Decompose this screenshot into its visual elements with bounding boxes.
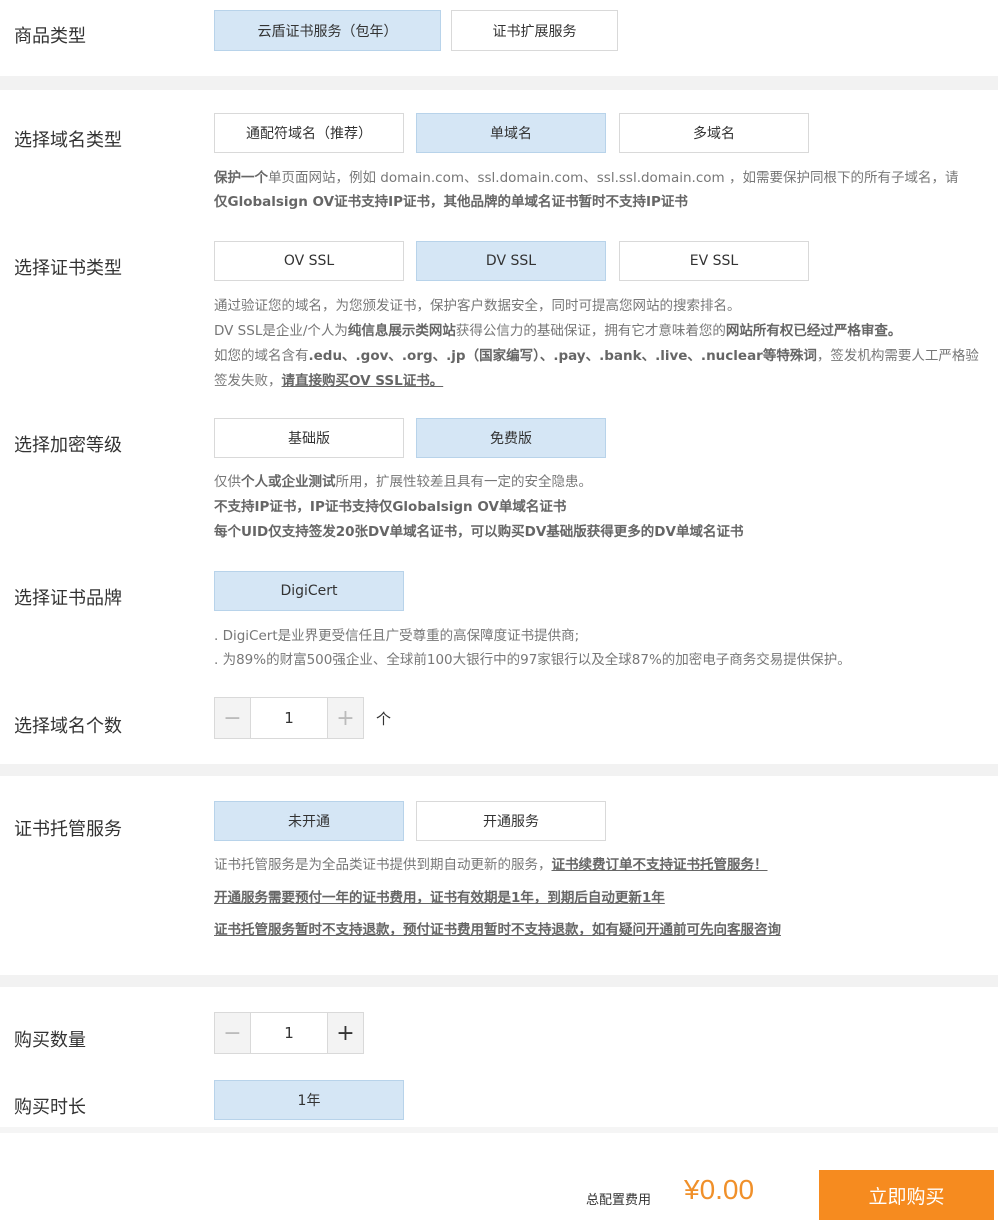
option-not-enabled[interactable]: 未开通 <box>214 801 404 841</box>
buy-ov-ssl-link[interactable]: 请直接购买OV SSL证书。 <box>282 373 444 389</box>
cert-type-desc-2: DV SSL是企业/个人为纯信息展示类网站获得公信力的基础保证，拥有它才意味着您… <box>214 323 902 339</box>
option-single-domain[interactable]: 单域名 <box>416 113 606 153</box>
quantity-label: 购买数量 <box>14 1030 86 1051</box>
domain-type-desc-2: 仅Globalsign OV证书支持IP证书，其他品牌的单域名证书暂时不支持IP… <box>214 194 688 210</box>
section-divider <box>0 975 998 987</box>
section-divider <box>0 764 998 776</box>
total-price: ¥0.00 <box>684 1174 755 1205</box>
buy-now-button[interactable]: 立即购买 <box>819 1170 994 1220</box>
encryption-desc-2: 不支持IP证书，IP证书支持仅Globalsign OV单域名证书 <box>214 499 567 515</box>
encryption-desc-3: 每个UID仅支持签发20张DV单域名证书，可以购买DV基础版获得更多的DV单域名… <box>214 524 744 540</box>
cert-type-desc-1: 通过验证您的域名，为您颁发证书，保护客户数据安全，同时可提高您网站的搜索排名。 <box>214 298 741 314</box>
option-cloud-cert-service[interactable]: 云盾证书服务（包年） <box>214 10 441 51</box>
encryption-label: 选择加密等级 <box>14 435 122 456</box>
brand-label: 选择证书品牌 <box>14 588 122 609</box>
option-wildcard-domain[interactable]: 通配符域名（推荐） <box>214 113 404 153</box>
duration-label: 购买时长 <box>14 1097 86 1118</box>
hosting-label: 证书托管服务 <box>14 819 122 840</box>
domain-type-label: 选择域名类型 <box>14 130 122 151</box>
cert-type-desc-4: 签发失败，请直接购买OV SSL证书。 <box>214 373 444 389</box>
option-dv-ssl[interactable]: DV SSL <box>416 241 606 281</box>
domain-count-unit: 个 <box>376 710 392 728</box>
brand-desc-2: . 为89%的财富500强企业、全球前100大银行中的97家银行以及全球87%的… <box>214 652 851 668</box>
hosting-desc-3: 证书托管服务暂时不支持退款，预付证书费用暂时不支持退款，如有疑问开通前可先向客服… <box>214 922 781 938</box>
encryption-desc-1: 仅供个人或企业测试所用，扩展性较差且具有一定的安全隐患。 <box>214 474 592 490</box>
quantity-minus-button[interactable]: − <box>215 1013 250 1053</box>
domain-count-label: 选择域名个数 <box>14 716 122 737</box>
option-multi-domain[interactable]: 多域名 <box>619 113 809 153</box>
domain-count-stepper: − 1 + <box>214 697 364 739</box>
section-divider <box>0 76 998 90</box>
brand-desc-1: . DigiCert是业界更受信任且广受尊重的高保障度证书提供商; <box>214 628 580 644</box>
domain-type-desc-1: 保护一个单页面网站，例如 domain.com、ssl.domain.com、s… <box>214 170 959 186</box>
option-1-year[interactable]: 1年 <box>214 1080 404 1120</box>
option-basic[interactable]: 基础版 <box>214 418 404 458</box>
option-digicert[interactable]: DigiCert <box>214 571 404 611</box>
domain-count-input[interactable]: 1 <box>250 698 328 738</box>
option-enable-service[interactable]: 开通服务 <box>416 801 606 841</box>
product-type-label: 商品类型 <box>14 26 86 47</box>
option-cert-extension[interactable]: 证书扩展服务 <box>451 10 618 51</box>
option-ev-ssl[interactable]: EV SSL <box>619 241 809 281</box>
quantity-input[interactable]: 1 <box>250 1013 328 1053</box>
cert-type-label: 选择证书类型 <box>14 258 122 279</box>
domain-count-plus-button[interactable]: + <box>328 698 363 738</box>
domain-count-minus-button[interactable]: − <box>215 698 250 738</box>
option-free[interactable]: 免费版 <box>416 418 606 458</box>
total-price-label: 总配置费用 <box>586 1193 652 1208</box>
quantity-stepper: − 1 + <box>214 1012 364 1054</box>
hosting-desc-2: 开通服务需要预付一年的证书费用，证书有效期是1年，到期后自动更新1年 <box>214 890 665 906</box>
hosting-desc-1: 证书托管服务是为全品类证书提供到期自动更新的服务，证书续费订单不支持证书托管服务… <box>214 857 768 873</box>
cert-type-desc-3: 如您的域名含有.edu、.gov、.org、.jp（国家编写）、.pay、.ba… <box>214 348 979 364</box>
quantity-plus-button[interactable]: + <box>328 1013 363 1053</box>
option-ov-ssl[interactable]: OV SSL <box>214 241 404 281</box>
